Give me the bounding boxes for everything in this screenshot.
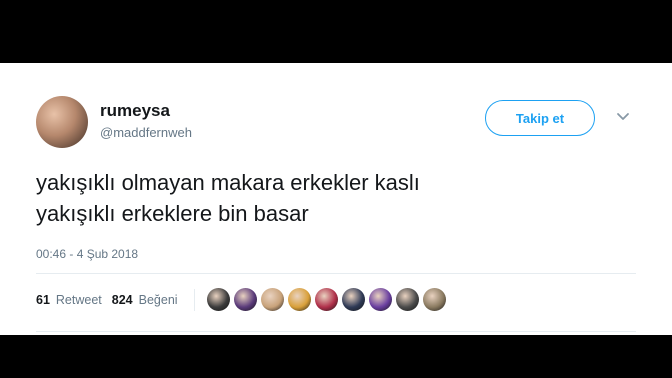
- liker-avatar[interactable]: [260, 288, 284, 311]
- liker-avatar[interactable]: [314, 288, 338, 311]
- liker-avatar[interactable]: [287, 288, 311, 311]
- user-name[interactable]: rumeysa: [100, 101, 170, 121]
- liker-avatar[interactable]: [422, 288, 446, 311]
- stats-separator: [193, 288, 195, 311]
- like-stat[interactable]: 824 Beğeni: [112, 293, 178, 307]
- divider: [36, 331, 636, 332]
- liker-avatars: [206, 288, 446, 311]
- divider: [36, 273, 636, 274]
- like-count: 824: [111, 292, 133, 307]
- follow-button[interactable]: Takip et: [485, 100, 595, 136]
- retweet-stat[interactable]: 61 Retweet: [36, 293, 102, 307]
- tweet-card: rumeysa @maddfernweh Takip et yakışıklı …: [0, 63, 672, 335]
- tweet-text: yakışıklı olmayan makara erkekler kaslı …: [36, 167, 636, 229]
- retweet-count: 61: [36, 292, 50, 307]
- liker-avatar[interactable]: [233, 288, 257, 311]
- chevron-down-icon[interactable]: [615, 108, 631, 124]
- like-label: Beğeni: [138, 292, 178, 307]
- tweet-line: yakışıklı olmayan makara erkekler kaslı: [36, 170, 420, 195]
- follow-button-label: Takip et: [515, 110, 565, 126]
- liker-avatar[interactable]: [395, 288, 419, 311]
- liker-avatar[interactable]: [368, 288, 392, 311]
- tweet-stats: 61 Retweet 824 Beğeni: [36, 288, 446, 311]
- liker-avatar[interactable]: [206, 288, 230, 311]
- retweet-label: Retweet: [55, 292, 102, 307]
- tweet-line: yakışıklı erkeklere bin basar: [36, 201, 309, 226]
- user-handle[interactable]: @maddfernweh: [100, 125, 192, 140]
- liker-avatar[interactable]: [341, 288, 365, 311]
- avatar[interactable]: [36, 96, 88, 148]
- tweet-timestamp[interactable]: 00:46 - 4 Şub 2018: [36, 247, 138, 261]
